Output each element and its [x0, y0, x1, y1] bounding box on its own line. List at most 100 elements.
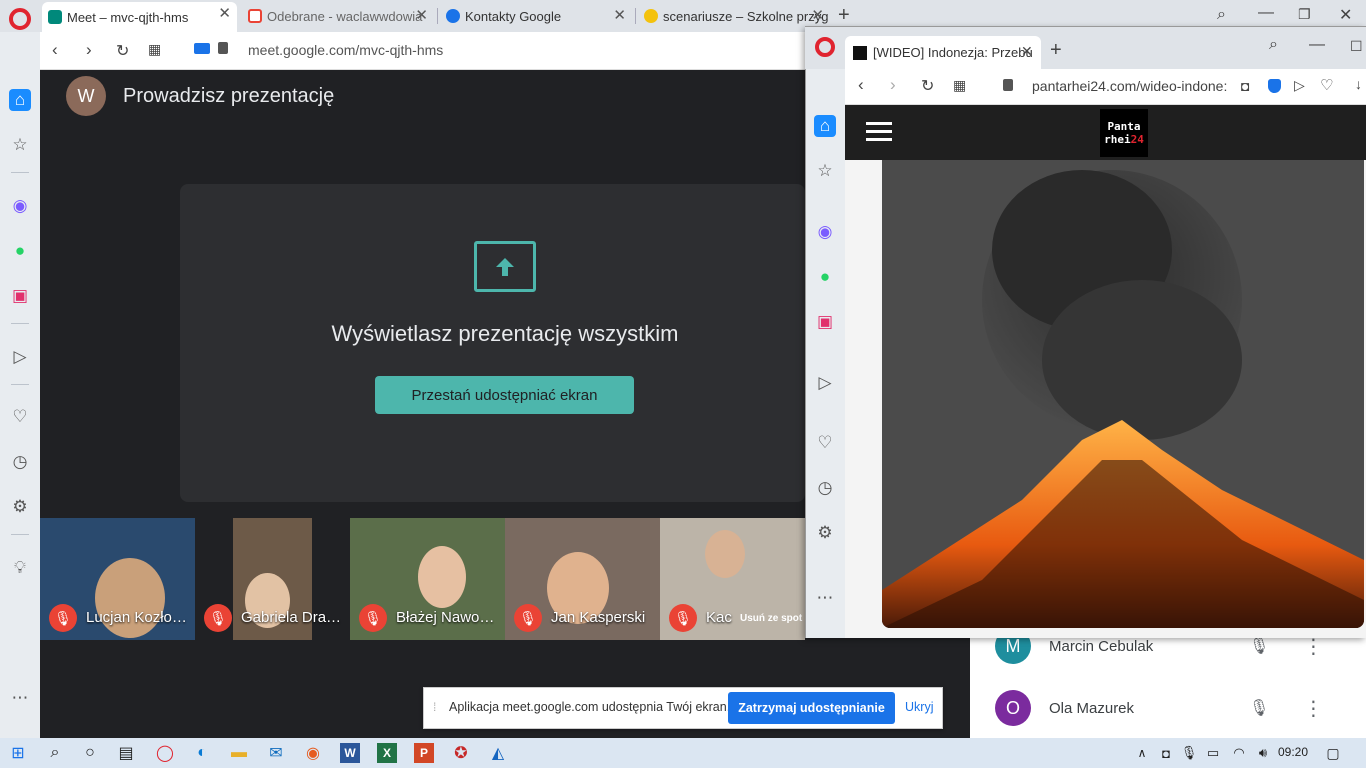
opera-logo-icon[interactable] [9, 8, 31, 30]
menu-icon[interactable] [866, 122, 892, 141]
instagram-icon[interactable]: ▣ [9, 285, 31, 307]
settings-icon[interactable]: ⚙ [814, 522, 836, 544]
file-explorer-icon[interactable]: ▬ [229, 743, 249, 763]
restore-icon[interactable]: ☐ [1350, 38, 1363, 55]
mail-icon[interactable]: ✉ [266, 743, 286, 763]
minimize-icon[interactable]: — [1258, 4, 1274, 22]
whatsapp-icon[interactable]: ● [9, 240, 31, 262]
new-tab-icon[interactable]: + [1050, 39, 1062, 62]
volume-icon[interactable]: 🔊︎ [1253, 743, 1273, 763]
edge-icon[interactable]: ◐ [192, 743, 212, 763]
mic-off-icon[interactable]: 🎙︎ [1249, 636, 1269, 656]
messenger-icon[interactable]: ◉ [814, 221, 836, 243]
list-item[interactable]: O Ola Mazurek 🎙︎ ⋮ [995, 688, 1323, 728]
new-tab-icon[interactable]: + [838, 4, 850, 27]
camera-icon[interactable] [194, 43, 210, 54]
minimize-icon[interactable]: — [1309, 36, 1325, 54]
mic-off-icon[interactable]: 🎙︎ [1249, 698, 1269, 718]
close-icon[interactable]: ✕ [415, 6, 428, 24]
search-tabs-icon[interactable]: ⌕ [1269, 36, 1278, 54]
excel-icon[interactable]: X [377, 743, 397, 763]
heart-icon[interactable]: ♡ [9, 406, 31, 428]
stop-sharing-button[interactable]: Zatrzymaj udostępnianie [728, 692, 895, 724]
battery-icon[interactable]: ▭ [1203, 743, 1223, 763]
hide-button[interactable]: Ukryj [905, 700, 933, 714]
tab-scenariusze[interactable]: scenariusze – Szkolne przyg ✕ [638, 4, 830, 28]
app-icon[interactable]: ✪ [451, 743, 471, 763]
word-icon[interactable]: W [340, 743, 360, 763]
windows-start-icon[interactable]: ⊞ [8, 743, 28, 763]
messenger-icon[interactable]: ◉ [9, 195, 31, 217]
tab-video[interactable]: [WIDEO] Indonezja: Przebu [845, 36, 1041, 69]
snapshot-icon[interactable]: ◘ [1241, 78, 1249, 94]
forward-icon[interactable]: › [86, 40, 92, 60]
lock-icon[interactable] [218, 42, 228, 54]
reload-icon[interactable]: ↻ [116, 41, 129, 61]
microphone-icon[interactable]: 🎙︎ [1179, 743, 1199, 763]
camera-icon[interactable]: ◘ [1156, 743, 1176, 763]
participant-tile[interactable]: 🎙︎ Lucjan Kozło… [40, 518, 195, 640]
search-tabs-icon[interactable]: ⌕ [1217, 6, 1226, 24]
history-icon[interactable]: ◷ [814, 477, 836, 499]
heart-icon[interactable]: ♡ [1320, 76, 1333, 94]
back-icon[interactable]: ‹ [52, 40, 58, 60]
remove-hint[interactable]: Usuń ze spot [740, 613, 802, 624]
settings-icon[interactable]: ⚙ [9, 496, 31, 518]
site-logo[interactable]: Panta rhei24 [1100, 109, 1148, 157]
lock-icon[interactable] [1003, 79, 1013, 91]
lightbulb-icon[interactable]: 💡︎ [9, 557, 31, 579]
home-icon[interactable]: ⌂ [814, 115, 836, 137]
send-icon[interactable]: ▷ [1294, 77, 1305, 94]
participant-tile[interactable]: 🎙︎ Jan Kasperski [505, 518, 660, 640]
download-icon[interactable]: ↓ [1355, 76, 1362, 92]
mic-off-icon: 🎙︎ [359, 604, 387, 632]
reload-icon[interactable]: ↻ [921, 76, 934, 96]
app-icon[interactable]: ◭ [488, 743, 508, 763]
video-player[interactable] [882, 160, 1364, 628]
firefox-icon[interactable]: ◉ [303, 743, 323, 763]
close-icon[interactable]: ✕ [811, 6, 824, 24]
home-icon[interactable]: ⌂ [9, 89, 31, 111]
opera-logo-icon[interactable] [815, 37, 835, 57]
participant-tile[interactable]: 🎙︎ Kac Usuń ze spot [660, 518, 805, 640]
restore-icon[interactable]: ❐ [1298, 6, 1311, 23]
chevron-up-icon[interactable]: ∧ [1132, 743, 1152, 763]
history-icon[interactable]: ◷ [9, 451, 31, 473]
tab-meet[interactable]: Meet – mvc-qjth-hms ✕ [42, 2, 237, 32]
clock[interactable]: 09:20 [1278, 745, 1308, 759]
powerpoint-icon[interactable]: P [414, 743, 434, 763]
wifi-icon[interactable]: ◠ [1229, 743, 1249, 763]
close-window-icon[interactable]: ✕ [1339, 5, 1352, 25]
tab-contacts[interactable]: Kontakty Google ✕ [440, 4, 632, 28]
notifications-icon[interactable]: ▢ [1323, 743, 1343, 763]
speed-dial-icon[interactable]: ▦ [148, 41, 161, 58]
close-icon[interactable]: ✕ [1021, 43, 1033, 60]
cortana-icon[interactable]: ○ [80, 743, 100, 763]
instagram-icon[interactable]: ▣ [814, 311, 836, 333]
more-icon[interactable]: ⋯ [9, 687, 31, 709]
search-icon[interactable]: ⌕ [45, 743, 65, 763]
tab-gmail[interactable]: Odebrane - waclawwdowia ✕ [242, 4, 434, 28]
url-field[interactable]: pantarhei24.com/wideo-indone: [1032, 78, 1227, 94]
heart-icon[interactable]: ♡ [814, 432, 836, 454]
opera-taskbar-icon[interactable]: ◯ [155, 743, 175, 763]
close-icon[interactable]: ✕ [613, 6, 626, 24]
task-view-icon[interactable]: ▤ [116, 743, 136, 763]
speed-dial-icon[interactable]: ▦ [953, 77, 966, 94]
forward-icon[interactable]: › [890, 75, 896, 95]
send-icon[interactable]: ▷ [814, 372, 836, 394]
participant-tile[interactable]: 🎙︎ Błażej Nawo… [350, 518, 505, 640]
bookmarks-icon[interactable]: ☆ [9, 134, 31, 156]
send-icon[interactable]: ▷ [9, 346, 31, 368]
url-field[interactable]: meet.google.com/mvc-qjth-hms [248, 42, 443, 58]
drag-handle-icon[interactable]: ⁞ [433, 700, 436, 714]
back-icon[interactable]: ‹ [858, 75, 864, 95]
more-options-icon[interactable]: ⋮ [1303, 696, 1323, 721]
more-icon[interactable]: ⋯ [814, 587, 836, 609]
whatsapp-icon[interactable]: ● [814, 266, 836, 288]
participant-tile[interactable]: 🎙︎ Gabriela Dra… [195, 518, 350, 640]
shield-icon[interactable] [1268, 79, 1281, 93]
close-icon[interactable]: ✕ [218, 4, 231, 22]
stop-presenting-button[interactable]: Przestań udostępniać ekran [375, 376, 634, 414]
bookmarks-icon[interactable]: ☆ [814, 160, 836, 182]
